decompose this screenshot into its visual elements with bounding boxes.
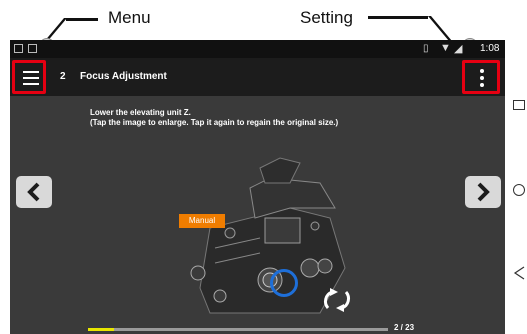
setting-callout-label: Setting — [300, 8, 353, 27]
instruction-line-1: Lower the elevating unit Z. — [90, 108, 191, 117]
previous-step-button[interactable] — [16, 176, 52, 208]
status-bar: ▯ ▼ ◢ 1:08 — [10, 40, 505, 58]
progress-fill — [88, 328, 115, 331]
menu-callout-label: Menu — [108, 8, 151, 27]
recent-apps-icon[interactable] — [513, 100, 525, 110]
step-content: Lower the elevating unit Z. (Tap the ima… — [10, 96, 505, 334]
app-bar: 2 Focus Adjustment — [10, 58, 505, 96]
home-icon[interactable] — [513, 184, 525, 196]
rotate-arrows-icon[interactable] — [320, 286, 354, 314]
vibrate-icon: ▯ — [423, 43, 429, 54]
menu-callout-line — [66, 18, 98, 21]
progress-track — [88, 328, 388, 331]
chevron-right-icon — [477, 182, 490, 202]
mode-badge: Manual — [179, 214, 225, 228]
instruction-line-2: (Tap the image to enlarge. Tap it again … — [90, 118, 339, 127]
clock: 1:08 — [480, 43, 500, 54]
settings-button[interactable] — [462, 60, 500, 94]
back-icon[interactable] — [513, 266, 525, 280]
focus-knob-highlight — [270, 269, 298, 297]
chevron-left-icon — [27, 182, 40, 202]
setting-callout-line — [368, 16, 428, 19]
instruction-text: Lower the elevating unit Z. (Tap the ima… — [90, 108, 338, 128]
notification-icon — [14, 44, 23, 53]
menu-button[interactable] — [12, 60, 46, 94]
wifi-icon: ▼ — [440, 42, 451, 54]
next-step-button[interactable] — [465, 176, 501, 208]
system-nav-bar — [505, 40, 527, 334]
step-title: Focus Adjustment — [80, 71, 167, 82]
page-indicator: 2 / 23 — [394, 323, 415, 332]
step-number: 2 — [60, 71, 66, 82]
device-screen: ▯ ▼ ◢ 1:08 2 Focus Adjustment Lower the … — [10, 40, 505, 334]
signal-icon: ◢ — [454, 43, 463, 55]
notification-icon-2 — [28, 44, 37, 53]
